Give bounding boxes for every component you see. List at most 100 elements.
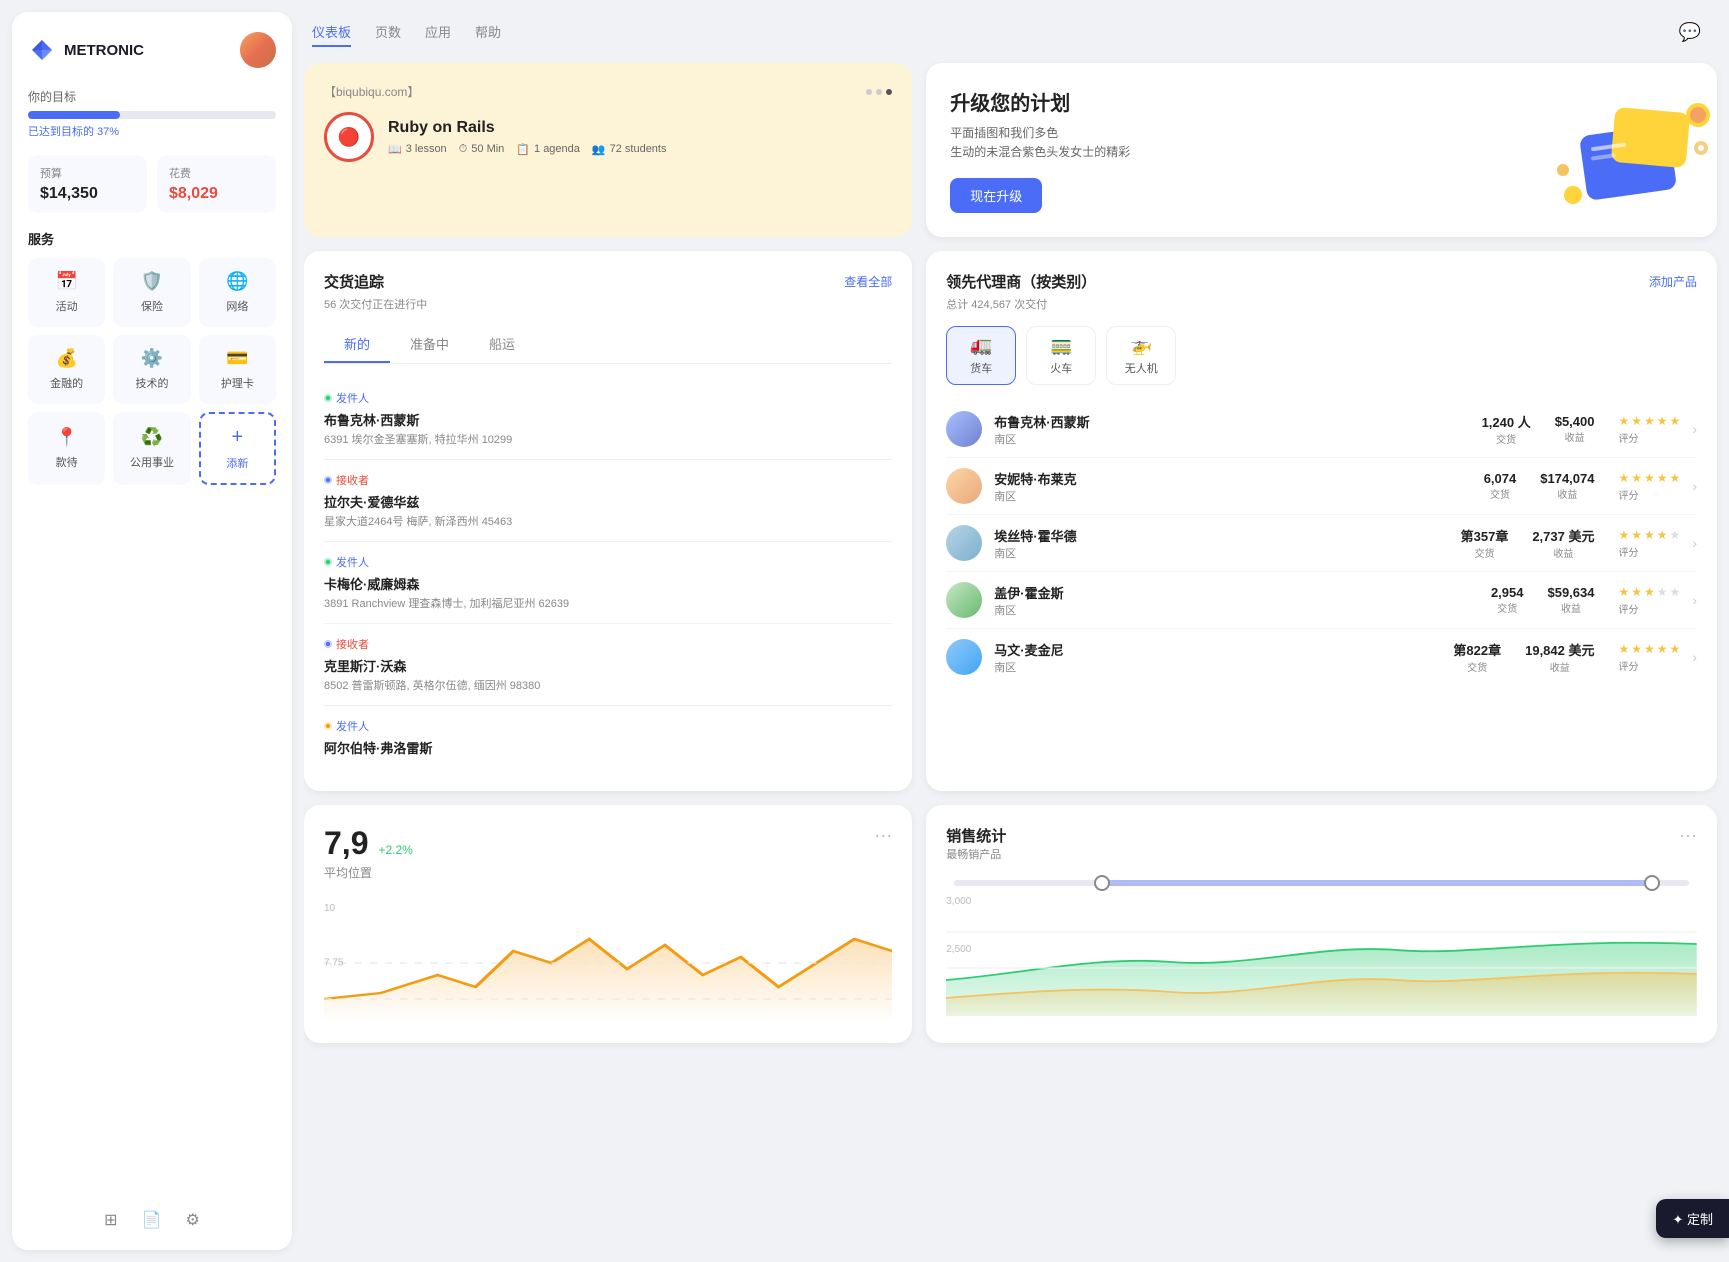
- customize-button[interactable]: ✦ 定制: [1656, 1199, 1729, 1238]
- service-item-activity[interactable]: 📅 活动: [28, 258, 105, 327]
- agent-rating-3: ★ ★ ★ ★ ★ 评分: [1618, 585, 1680, 616]
- range-slider-container: [946, 880, 1697, 886]
- nav-help[interactable]: 帮助: [475, 18, 501, 47]
- budget-card: 预算 $14,350: [28, 155, 147, 213]
- tech-icon: ⚙️: [141, 348, 163, 369]
- stars-1: ★ ★ ★ ★ ★: [1618, 471, 1680, 485]
- services-grid: 📅 活动 🛡️ 保险 🌐 网络 💰 金融的 ⚙️ 技术的 💳 护理卡 📍 款待: [28, 258, 276, 485]
- delivery-title: 交货追踪: [324, 271, 384, 292]
- truck-icon: 🚛: [970, 335, 992, 356]
- care-icon: 💳: [226, 348, 248, 369]
- agent-rev-4: 19,842 美元 收益: [1525, 640, 1594, 674]
- range-track: [954, 880, 1689, 886]
- agent-tab-truck[interactable]: 🚛 货车: [946, 326, 1016, 385]
- tab-shipping[interactable]: 船运: [469, 326, 535, 363]
- upgrade-illustration: [1553, 100, 1693, 200]
- settings-icon[interactable]: ⚙: [185, 1210, 199, 1230]
- service-item-hospitality[interactable]: 📍 款待: [28, 412, 105, 485]
- goal-percent: 已达到目标的 37%: [28, 123, 276, 139]
- nav-dashboard[interactable]: 仪表板: [312, 18, 351, 47]
- goal-fill: [28, 111, 120, 119]
- delivery-item-4: 发件人 阿尔伯特·弗洛雷斯: [324, 706, 892, 771]
- agent-avatar-2: [946, 525, 982, 561]
- service-item-network[interactable]: 🌐 网络: [199, 258, 276, 327]
- service-item-tech[interactable]: ⚙️ 技术的: [113, 335, 190, 404]
- dot-2: [876, 89, 882, 95]
- service-item-add[interactable]: + 添新: [199, 412, 276, 485]
- logo-icon: [28, 36, 56, 64]
- chat-icon[interactable]: 💬: [1679, 22, 1701, 43]
- avg-more-icon[interactable]: ···: [874, 825, 892, 846]
- upgrade-desc: 平面插图和我们多色 生动的未混合紫色头发女士的精彩: [950, 124, 1130, 162]
- y-label-10: 10: [324, 903, 335, 914]
- agent-tx-3: 2,954 交货: [1491, 585, 1524, 615]
- tab-new[interactable]: 新的: [324, 326, 390, 363]
- topnav: 仪表板 页数 应用 帮助 💬: [304, 10, 1717, 55]
- receiver-label-3: 接收者: [324, 636, 892, 652]
- agent-avatar-4: [946, 639, 982, 675]
- star4: ★: [1657, 414, 1668, 428]
- top-cards-row: 【biqubiqu.com】 🔴 Ruby on Rails 📖 3: [304, 63, 1717, 237]
- agent-arrow-1[interactable]: ›: [1692, 478, 1697, 494]
- receiver-name-3: 克里斯汀·沃森: [324, 656, 892, 675]
- agent-arrow-3[interactable]: ›: [1692, 592, 1697, 608]
- sender-dot-0: [324, 394, 332, 402]
- rails-icon: 🔴: [338, 127, 360, 148]
- course-content: 🔴 Ruby on Rails 📖 3 lesson ⏱ 50 Min: [324, 112, 892, 162]
- logo: METRONIC: [28, 36, 144, 64]
- agent-region-1: 南区: [994, 488, 1471, 504]
- sales-more-icon[interactable]: ···: [1679, 825, 1697, 846]
- agent-info-3: 盖伊·霍金斯 南区: [994, 583, 1479, 618]
- expense-value: $8,029: [169, 185, 264, 203]
- sender-name-4: 阿尔伯特·弗洛雷斯: [324, 738, 892, 757]
- agent-info-0: 布鲁克林·西蒙斯 南区: [994, 412, 1469, 447]
- upgrade-svg: [1553, 100, 1713, 220]
- budget-value: $14,350: [40, 185, 135, 203]
- avg-label: 平均位置: [324, 864, 413, 881]
- delivery-link[interactable]: 查看全部: [844, 273, 892, 290]
- avg-trend: +2.2%: [378, 843, 412, 857]
- sender-dot-2: [324, 558, 332, 566]
- agent-avatar-3: [946, 582, 982, 618]
- agent-row-1: 安妮特·布莱克 南区 6,074 交货 $174,074 收益 ★ ★ ★: [946, 458, 1697, 515]
- sales-stats-card: 销售统计 最畅销产品 ··· 3,000 2,500: [926, 805, 1717, 1043]
- nav-apps[interactable]: 应用: [425, 18, 451, 47]
- nav-pages[interactable]: 页数: [375, 18, 401, 47]
- service-item-finance[interactable]: 💰 金融的: [28, 335, 105, 404]
- avg-position-card: 7,9 +2.2% 平均位置 ··· 10 7.75: [304, 805, 912, 1043]
- star5: ★: [1670, 414, 1681, 428]
- receiver-label-1: 接收者: [324, 472, 892, 488]
- budget-label: 预算: [40, 165, 135, 181]
- agents-card: 领先代理商（按类别） 添加产品 总计 424,567 次交付 🚛 货车 🚃 火车…: [926, 251, 1717, 791]
- drone-icon: 🚁: [1130, 335, 1152, 356]
- tab-preparing[interactable]: 准备中: [390, 326, 469, 363]
- add-product-button[interactable]: 添加产品: [1649, 273, 1697, 290]
- agent-avatar-0: [946, 411, 982, 447]
- delivery-item-3: 接收者 克里斯汀·沃森 8502 普雷斯顿路, 英格尔伍德, 缅因州 98380: [324, 624, 892, 706]
- agent-arrow-2[interactable]: ›: [1692, 535, 1697, 551]
- range-thumb-left[interactable]: [1094, 875, 1110, 891]
- layers-icon[interactable]: ⊞: [104, 1210, 117, 1230]
- upgrade-button[interactable]: 现在升级: [950, 178, 1042, 213]
- service-item-care[interactable]: 💳 护理卡: [199, 335, 276, 404]
- course-title: Ruby on Rails: [388, 119, 666, 137]
- goal-section: 你的目标 已达到目标的 37%: [28, 88, 276, 139]
- agent-arrow-4[interactable]: ›: [1692, 649, 1697, 665]
- finance-icon: 💰: [55, 348, 77, 369]
- agent-row-4: 马文·麦金尼 南区 第822章 交货 19,842 美元 收益 ★ ★ ★: [946, 629, 1697, 685]
- bottom-section: 7,9 +2.2% 平均位置 ··· 10 7.75: [304, 805, 1717, 1043]
- file-icon[interactable]: 📄: [142, 1210, 162, 1230]
- agent-name-0: 布鲁克林·西蒙斯: [994, 412, 1469, 431]
- service-item-utilities[interactable]: ♻️ 公用事业: [113, 412, 190, 485]
- course-card: 【biqubiqu.com】 🔴 Ruby on Rails 📖 3: [304, 63, 912, 237]
- range-thumb-right[interactable]: [1644, 875, 1660, 891]
- course-meta: 📖 3 lesson ⏱ 50 Min 📋 1 agenda 👥: [388, 143, 666, 156]
- agent-tab-drone[interactable]: 🚁 无人机: [1106, 326, 1176, 385]
- agent-arrow-0[interactable]: ›: [1692, 421, 1697, 437]
- topnav-links: 仪表板 页数 应用 帮助: [312, 18, 501, 47]
- service-name-tech: 技术的: [135, 375, 168, 391]
- service-item-insurance[interactable]: 🛡️ 保险: [113, 258, 190, 327]
- agent-tab-train[interactable]: 🚃 火车: [1026, 326, 1096, 385]
- service-name-insurance: 保险: [141, 298, 163, 314]
- sales-title: 销售统计: [946, 825, 1006, 846]
